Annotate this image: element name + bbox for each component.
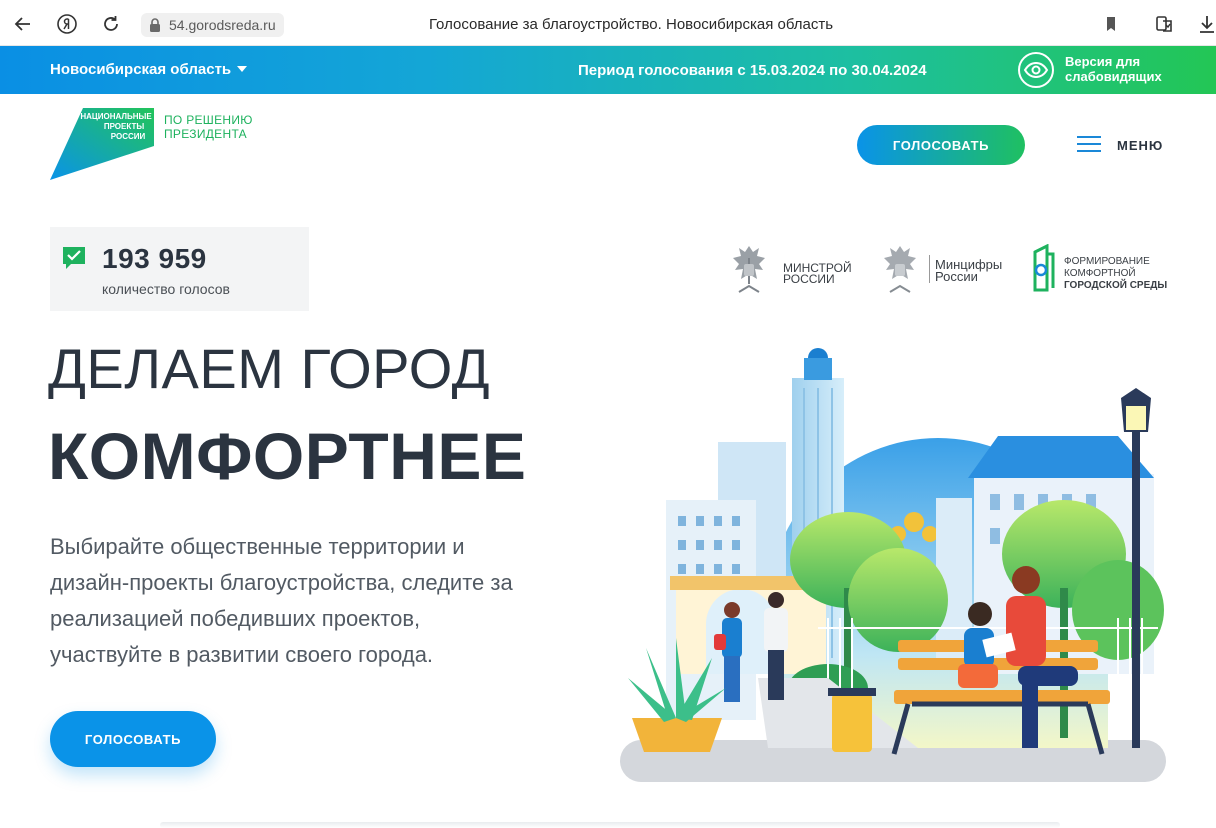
votes-count-label: количество голосов (102, 281, 230, 297)
tab-title: Голосование за благоустройство. Новосиби… (428, 16, 834, 33)
logo-line2: ПРОЕКТЫ (104, 122, 145, 131)
download-icon[interactable] (1196, 13, 1216, 35)
accessibility-line2: слабовидящих (1065, 69, 1162, 84)
comfortable-environment-logo-icon (1033, 244, 1055, 292)
eye-icon[interactable] (1018, 52, 1054, 88)
browser-toolbar: 54.gorodsreda.ru Голосование за благоуст… (0, 0, 1216, 46)
voting-period: Период голосования с 15.03.2024 по 30.04… (578, 62, 927, 79)
vote-button-main[interactable]: ГОЛОСОВАТЬ (50, 711, 216, 767)
fks-line1: ФОРМИРОВАНИЕ (1064, 256, 1150, 267)
menu-label[interactable]: МЕНЮ (1117, 138, 1163, 153)
reader-icon[interactable] (1153, 13, 1175, 35)
chat-check-icon (63, 247, 85, 269)
coat-of-arms-icon (884, 246, 916, 293)
region-label: Новосибирская область (50, 61, 232, 78)
fks-line3: ГОРОДСКОЙ СРЕДЫ (1064, 280, 1168, 291)
hero-desc-line4: участвуйте в развитии своего города. (50, 642, 434, 667)
hero-title-line1: ДЕЛАЕМ ГОРОД (48, 337, 491, 400)
caption-line1: ПО РЕШЕНИЮ (164, 113, 253, 127)
top-info-bar: Новосибирская область Период голосования… (0, 46, 1216, 94)
city-park-illustration (620, 348, 1166, 782)
caption-line2: ПРЕЗИДЕНТА (164, 127, 247, 141)
partner-divider (929, 255, 930, 283)
chevron-down-icon (237, 66, 248, 72)
accessibility-link[interactable]: Версия для слабовидящих (1065, 54, 1162, 84)
hero-desc-line2: дизайн-проекты благоустройства, следите … (50, 570, 513, 595)
vote-button-header[interactable]: ГОЛОСОВАТЬ (857, 125, 1025, 165)
hamburger-menu-icon[interactable] (1077, 136, 1101, 154)
minstroy-line2: РОССИИ (783, 272, 835, 286)
fks-line2: КОМФОРТНОЙ (1064, 268, 1136, 279)
region-selector[interactable]: Новосибирская область (50, 61, 248, 78)
national-projects-logo[interactable]: НАЦИОНАЛЬНЫЕ ПРОЕКТЫ РОССИИ (50, 108, 160, 180)
votes-count: 193 959 (102, 243, 207, 274)
votes-counter: 193 959 количество голосов (50, 227, 309, 311)
logo-caption: ПО РЕШЕНИЮ ПРЕЗИДЕНТА (164, 113, 253, 141)
hero-desc-line1: Выбирайте общественные территории и (50, 534, 465, 559)
hero-title-line2: КОМФОРТНЕЕ (48, 419, 527, 493)
logo-line3: РОССИИ (111, 132, 146, 141)
section-divider-shadow (160, 822, 1060, 828)
coat-of-arms-icon (733, 246, 765, 293)
bookmark-icon[interactable] (1100, 13, 1122, 35)
logo-line1: НАЦИОНАЛЬНЫЕ (80, 112, 152, 121)
hero-description: Выбирайте общественные территории и диза… (50, 529, 610, 673)
hero-desc-line3: реализацией победивших проектов, (50, 606, 421, 631)
mintsifry-line2: России (935, 269, 978, 284)
accessibility-line1: Версия для (1065, 54, 1141, 69)
